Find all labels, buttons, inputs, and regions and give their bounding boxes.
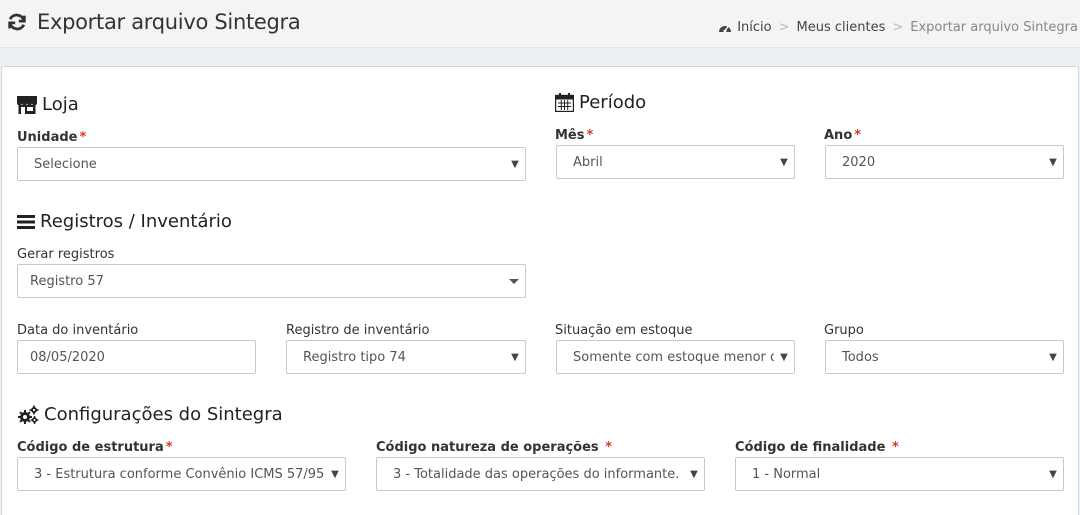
gerar-registros-select[interactable]: Registro 57	[17, 264, 526, 298]
unidade-label-text: Unidade	[17, 130, 78, 145]
ano-select-value: 2020	[842, 154, 876, 170]
registro-inventario-value: Registro tipo 74	[303, 349, 406, 365]
required-mark: *	[165, 440, 173, 455]
codigo-natureza-label: Código natureza de operações *	[376, 440, 612, 455]
chevron-down-icon: ▼	[690, 468, 698, 480]
data-inventario-input[interactable]: 08/05/2020	[17, 340, 256, 374]
chevron-down-icon: ▼	[1049, 351, 1057, 363]
situacao-estoque-label: Situação em estoque	[555, 323, 693, 338]
codigo-estrutura-label-text: Código de estrutura	[17, 440, 164, 455]
codigo-natureza-label-text: Código natureza de operações	[376, 440, 599, 455]
data-inventario-value: 08/05/2020	[30, 349, 105, 365]
page-header: Exportar arquivo Sintegra Início > Meus …	[0, 0, 1080, 48]
required-mark: *	[605, 440, 613, 455]
section-registros: Registros / Inventário	[17, 211, 232, 232]
ano-select[interactable]: 2020 ▼	[825, 145, 1064, 179]
caret-down-icon	[509, 278, 519, 284]
chevron-down-icon: ▼	[780, 156, 788, 168]
codigo-finalidade-value: 1 - Normal	[752, 466, 821, 482]
calendar-icon	[555, 93, 574, 112]
breadcrumb-separator: >	[892, 20, 904, 35]
codigo-finalidade-label: Código de finalidade *	[735, 440, 899, 455]
bars-icon	[17, 214, 35, 229]
situacao-estoque-select[interactable]: Somente com estoque menor ou ▼	[556, 340, 795, 374]
gerar-registros-label: Gerar registros	[17, 247, 115, 262]
data-inventario-label: Data do inventário	[17, 323, 139, 338]
form-box: Loja Unidade * Selecione ▼ Período Mês * A…	[1, 66, 1079, 515]
grupo-select-value: Todos	[842, 349, 879, 365]
store-icon	[17, 95, 37, 114]
codigo-finalidade-label-text: Código de finalidade	[735, 440, 886, 455]
unidade-label: Unidade *	[17, 130, 86, 145]
gerar-registros-value: Registro 57	[30, 273, 104, 289]
required-mark: *	[586, 128, 594, 143]
section-loja-title: Loja	[42, 94, 79, 115]
codigo-estrutura-value: 3 - Estrutura conforme Convênio ICMS 57/…	[34, 466, 325, 482]
breadcrumb-home[interactable]: Início	[718, 20, 772, 35]
required-mark: *	[891, 440, 899, 455]
required-mark: *	[79, 130, 87, 145]
situacao-estoque-value: Somente com estoque menor ou	[573, 349, 774, 365]
breadcrumb-current: Exportar arquivo Sintegra	[910, 20, 1078, 35]
chevron-down-icon: ▼	[511, 351, 519, 363]
mes-label-text: Mês	[555, 128, 585, 143]
section-loja: Loja	[17, 94, 79, 115]
breadcrumb-home-label: Início	[737, 20, 772, 35]
chevron-down-icon: ▼	[511, 158, 519, 170]
chevron-down-icon: ▼	[1049, 156, 1057, 168]
page-title-text: Exportar arquivo Sintegra	[37, 10, 301, 34]
mes-select[interactable]: Abril ▼	[556, 145, 795, 179]
codigo-estrutura-label: Código de estrutura *	[17, 440, 173, 455]
section-registros-title: Registros / Inventário	[40, 211, 232, 232]
grupo-label: Grupo	[824, 323, 864, 338]
mes-label: Mês *	[555, 128, 593, 143]
section-periodo: Período	[555, 92, 646, 113]
ano-label-text: Ano	[824, 128, 853, 143]
section-config: Configurações do Sintegra	[17, 404, 283, 425]
ano-label: Ano *	[824, 128, 861, 143]
codigo-natureza-select[interactable]: 3 - Totalidade das operações do informan…	[376, 457, 705, 491]
breadcrumb: Início > Meus clientes > Exportar arquiv…	[718, 20, 1078, 35]
chevron-down-icon: ▼	[780, 351, 788, 363]
codigo-estrutura-select[interactable]: 3 - Estrutura conforme Convênio ICMS 57/…	[17, 457, 346, 491]
section-periodo-title: Período	[579, 92, 647, 113]
breadcrumb-clients[interactable]: Meus clientes	[797, 20, 886, 35]
dashboard-icon	[719, 25, 732, 32]
codigo-finalidade-select[interactable]: 1 - Normal ▼	[735, 457, 1064, 491]
chevron-down-icon: ▼	[1049, 468, 1057, 480]
cogs-icon	[18, 405, 39, 424]
refresh-icon	[8, 13, 26, 31]
grupo-select[interactable]: Todos ▼	[825, 340, 1064, 374]
mes-select-value: Abril	[573, 154, 603, 170]
unidade-select-value: Selecione	[34, 156, 97, 172]
codigo-natureza-value: 3 - Totalidade das operações do informan…	[393, 466, 680, 482]
required-mark: *	[854, 128, 862, 143]
registro-inventario-label: Registro de inventário	[286, 323, 430, 338]
registro-inventario-select[interactable]: Registro tipo 74 ▼	[286, 340, 526, 374]
chevron-down-icon: ▼	[331, 468, 339, 480]
breadcrumb-separator: >	[778, 20, 790, 35]
page-title: Exportar arquivo Sintegra	[6, 10, 301, 34]
section-config-title: Configurações do Sintegra	[44, 404, 283, 425]
unidade-select[interactable]: Selecione ▼	[17, 147, 526, 181]
